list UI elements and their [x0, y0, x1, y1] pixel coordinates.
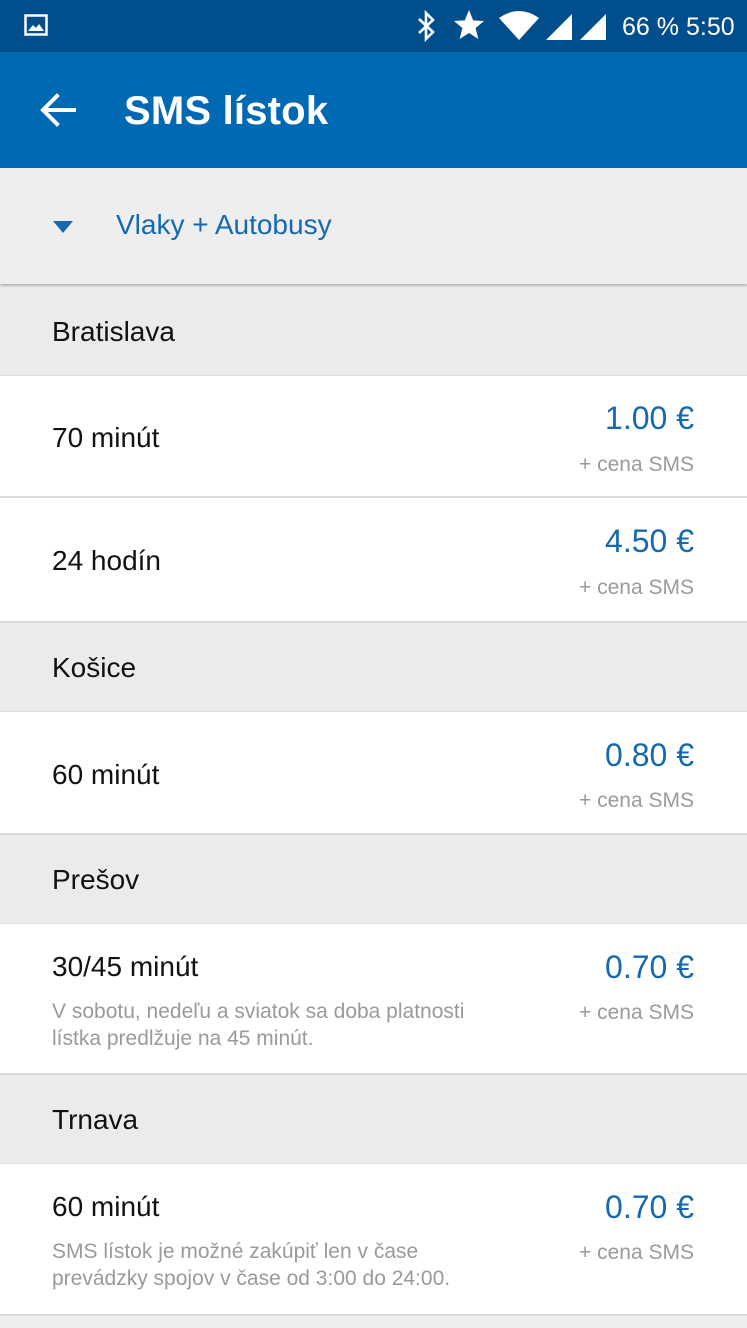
- ticket-title: 60 minút: [52, 1191, 160, 1222]
- city-label: Bratislava: [52, 316, 175, 347]
- city-label: Košice: [52, 652, 137, 683]
- wifi-icon: [499, 11, 539, 40]
- price-note: + cena SMS: [579, 576, 694, 599]
- list-item[interactable]: 70 minút 1.00 € + cena SMS: [0, 376, 747, 498]
- list-item[interactable]: 60 minút SMS lístok je možné zakúpiť len…: [0, 1164, 747, 1316]
- star-icon: [454, 10, 484, 39]
- ticket-price: 0.70 €: [605, 949, 694, 985]
- battery-level: 66 %: [622, 13, 679, 41]
- ticket-price: 0.80 €: [605, 737, 694, 773]
- image-icon: [24, 14, 48, 36]
- ticket-price: 1.00 €: [605, 400, 694, 436]
- ticket-price: 0.70 €: [605, 1189, 694, 1225]
- section-header: Košice: [0, 623, 747, 712]
- clock: 5:50: [686, 13, 735, 41]
- ticket-title: 30/45 minút: [52, 951, 199, 982]
- bluetooth-icon: [418, 10, 435, 42]
- price-note: + cena SMS: [579, 789, 694, 812]
- ticket-price: 4.50 €: [605, 523, 694, 559]
- ticket-note: SMS lístok je možné zakúpiť len v čase p…: [52, 1240, 451, 1290]
- ticket-title: 70 minút: [52, 422, 160, 453]
- price-note: + cena SMS: [579, 1241, 694, 1264]
- section-header: Prešov: [0, 835, 747, 924]
- city-label: Trnava: [52, 1104, 139, 1135]
- list-item[interactable]: 60 minút 0.80 € + cena SMS: [0, 712, 747, 835]
- caret-down-icon: [53, 221, 73, 233]
- signal-icon: [546, 14, 572, 40]
- city-label: Prešov: [52, 864, 140, 895]
- list-item[interactable]: 24 hodín 4.50 € + cena SMS: [0, 498, 747, 623]
- arrow-back-icon[interactable]: [40, 92, 76, 128]
- app-bar: SMS lístok: [0, 52, 747, 168]
- list-item[interactable]: 30/45 minút V sobotu, nedeľu a sviatok s…: [0, 924, 747, 1075]
- transport-type-selected: Vlaky + Autobusy: [116, 209, 332, 240]
- page-title: SMS lístok: [124, 89, 329, 133]
- ticket-title: 60 minút: [52, 759, 160, 790]
- ticket-title: 24 hodín: [52, 545, 161, 576]
- section-header: Trnava: [0, 1075, 747, 1164]
- price-note: + cena SMS: [579, 453, 694, 476]
- price-note: + cena SMS: [579, 1001, 694, 1024]
- section-header: Bratislava: [0, 287, 747, 376]
- ticket-list: Bratislava 70 minút 1.00 € + cena SMS 24…: [0, 287, 747, 1316]
- ticket-note: V sobotu, nedeľu a sviatok sa doba platn…: [52, 1000, 465, 1050]
- signal-icon: [580, 14, 606, 40]
- status-bar: 66 % 5:50: [0, 0, 747, 52]
- transport-type-dropdown[interactable]: Vlaky + Autobusy: [0, 168, 747, 284]
